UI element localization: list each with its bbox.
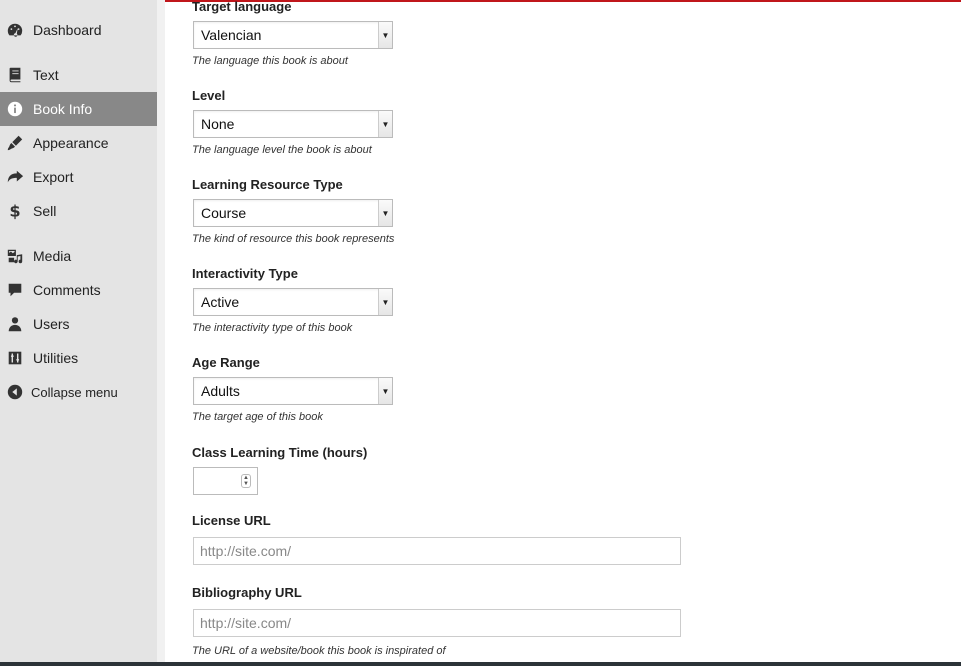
admin-sidebar: Dashboard Text Book Info Appearance Expo…	[0, 0, 157, 666]
input-placeholder: http://site.com/	[200, 615, 292, 631]
collapse-icon	[5, 382, 25, 402]
chevron-down-icon: ▼	[378, 378, 392, 404]
chevron-down-icon: ▼	[378, 289, 392, 315]
sidebar-item-export[interactable]: Export	[0, 160, 157, 194]
sidebar-item-label: Text	[33, 67, 59, 83]
license-url-label: License URL	[192, 513, 271, 528]
book-info-form: Target language Valencian ▼ The language…	[165, 0, 961, 662]
sidebar-item-media[interactable]: Media	[0, 239, 157, 273]
level-description: The language level the book is about	[192, 144, 372, 156]
sidebar-item-dashboard[interactable]: Dashboard	[0, 13, 157, 47]
sidebar-item-label: Collapse menu	[31, 384, 118, 400]
age-range-select[interactable]: Adults ▼	[193, 377, 393, 405]
info-icon	[5, 99, 25, 119]
comment-icon	[5, 280, 25, 300]
interactivity-type-select[interactable]: Active ▼	[193, 288, 393, 316]
sidebar-item-users[interactable]: Users	[0, 307, 157, 341]
sidebar-item-appearance[interactable]: Appearance	[0, 126, 157, 160]
select-value: Adults	[201, 383, 240, 399]
sidebar-item-book-info[interactable]: Book Info	[0, 92, 157, 126]
tools-icon	[5, 348, 25, 368]
share-icon	[5, 167, 25, 187]
bibliography-url-label: Bibliography URL	[192, 585, 302, 600]
sidebar-item-label: Dashboard	[33, 22, 102, 38]
sidebar-item-label: Sell	[33, 203, 57, 219]
license-url-input[interactable]: http://site.com/	[193, 537, 681, 565]
select-value: Active	[201, 294, 240, 310]
dollar-icon: $	[5, 201, 25, 221]
bibliography-url-description: The URL of a website/book this book is i…	[192, 645, 446, 657]
svg-text:$: $	[9, 202, 20, 220]
select-value: Course	[201, 205, 247, 221]
target-language-select[interactable]: Valencian ▼	[193, 21, 393, 49]
sidebar-item-label: Users	[33, 316, 70, 332]
age-range-description: The target age of this book	[192, 411, 323, 423]
dashboard-icon	[5, 20, 25, 40]
class-learning-time-label: Class Learning Time (hours)	[192, 445, 368, 460]
target-language-description: The language this book is about	[192, 55, 348, 67]
sidebar-item-text[interactable]: Text	[0, 58, 157, 92]
book-icon	[5, 65, 25, 85]
level-label: Level	[192, 88, 226, 103]
class-learning-time-stepper[interactable]: ▲ ▼	[193, 467, 258, 495]
media-icon	[5, 246, 25, 266]
sidebar-item-label: Export	[33, 169, 74, 185]
interactivity-type-label: Interactivity Type	[192, 266, 298, 281]
learning-resource-type-select[interactable]: Course ▼	[193, 199, 393, 227]
select-value: Valencian	[201, 27, 262, 43]
sidebar-gutter	[157, 0, 165, 666]
select-value: None	[201, 116, 235, 132]
sidebar-item-label: Book Info	[33, 101, 93, 117]
target-language-label: Target language	[192, 0, 292, 14]
sidebar-item-utilities[interactable]: Utilities	[0, 341, 157, 375]
learning-resource-type-label: Learning Resource Type	[192, 177, 343, 192]
bibliography-url-input[interactable]: http://site.com/	[193, 609, 681, 637]
sidebar-item-label: Utilities	[33, 350, 79, 366]
sidebar-item-comments[interactable]: Comments	[0, 273, 157, 307]
input-placeholder: http://site.com/	[200, 543, 292, 559]
sidebar-item-sell[interactable]: $ Sell	[0, 194, 157, 228]
chevron-down-icon: ▼	[378, 111, 392, 137]
spin-arrows-icon[interactable]: ▲ ▼	[241, 474, 251, 488]
interactivity-type-description: The interactivity type of this book	[192, 322, 353, 334]
user-icon	[5, 314, 25, 334]
sidebar-item-label: Comments	[33, 282, 101, 298]
brush-icon	[5, 133, 25, 153]
bottom-edge-bar	[0, 662, 961, 666]
learning-resource-type-description: The kind of resource this book represent…	[192, 233, 395, 245]
sidebar-item-label: Media	[33, 248, 72, 264]
age-range-label: Age Range	[192, 355, 260, 370]
collapse-menu-button[interactable]: Collapse menu	[0, 375, 157, 409]
chevron-down-icon: ▼	[378, 200, 392, 226]
sidebar-item-label: Appearance	[33, 135, 109, 151]
level-select[interactable]: None ▼	[193, 110, 393, 138]
chevron-down-icon: ▼	[378, 22, 392, 48]
